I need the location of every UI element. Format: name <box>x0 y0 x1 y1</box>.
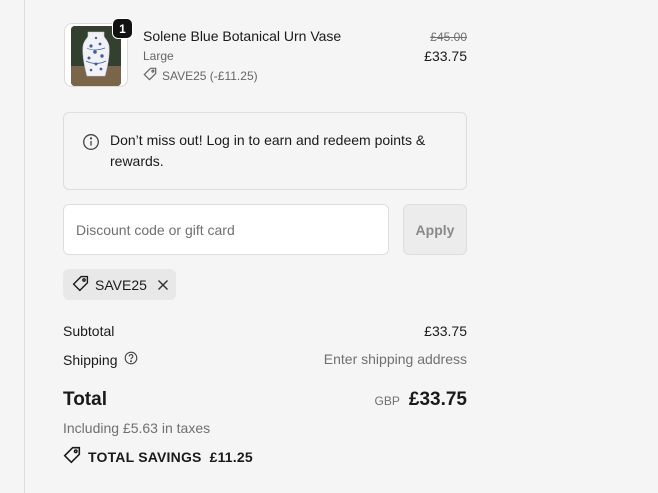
product-discount: SAVE25 (-£11.25) <box>143 67 258 84</box>
total-amount: £33.75 <box>408 389 467 410</box>
tag-icon <box>63 446 81 467</box>
loyalty-info-banner: Don’t miss out! Log in to earn and redee… <box>63 112 467 190</box>
tax-note: Including £5.63 in taxes <box>63 420 211 436</box>
help-icon[interactable] <box>124 351 138 368</box>
product-variant: Large <box>143 49 174 63</box>
applied-code-chip: SAVE25 <box>63 269 176 300</box>
currency-code: GBP <box>374 394 400 408</box>
quantity-badge: 1 <box>112 18 133 39</box>
shipping-value: Enter shipping address <box>323 351 467 367</box>
tag-icon <box>143 67 157 84</box>
applied-code-label: SAVE25 <box>95 276 147 293</box>
product-discount-label: SAVE25 (-£11.25) <box>162 68 258 83</box>
total-value-group: GBP £33.75 <box>375 389 467 411</box>
subtotal-value: £33.75 <box>424 323 467 339</box>
total-savings: TOTAL SAVINGS £11.25 <box>63 446 253 467</box>
tag-icon <box>72 275 89 295</box>
savings-label: TOTAL SAVINGS <box>88 448 202 465</box>
product-name: Solene Blue Botanical Urn Vase <box>143 28 342 44</box>
apply-button[interactable]: Apply <box>403 204 467 255</box>
loyalty-message: Don’t miss out! Log in to earn and redee… <box>110 132 426 169</box>
remove-code-close-icon[interactable] <box>157 279 169 291</box>
original-price: £45.00 <box>430 30 467 44</box>
total-label: Total <box>63 389 107 410</box>
savings-amount: £11.25 <box>209 448 253 465</box>
product-price: £33.75 <box>424 48 467 64</box>
discount-code-input[interactable] <box>63 204 389 255</box>
subtotal-label: Subtotal <box>63 323 115 339</box>
shipping-label: Shipping <box>63 351 118 368</box>
shipping-row-label: Shipping <box>63 351 138 368</box>
info-icon <box>82 133 100 156</box>
